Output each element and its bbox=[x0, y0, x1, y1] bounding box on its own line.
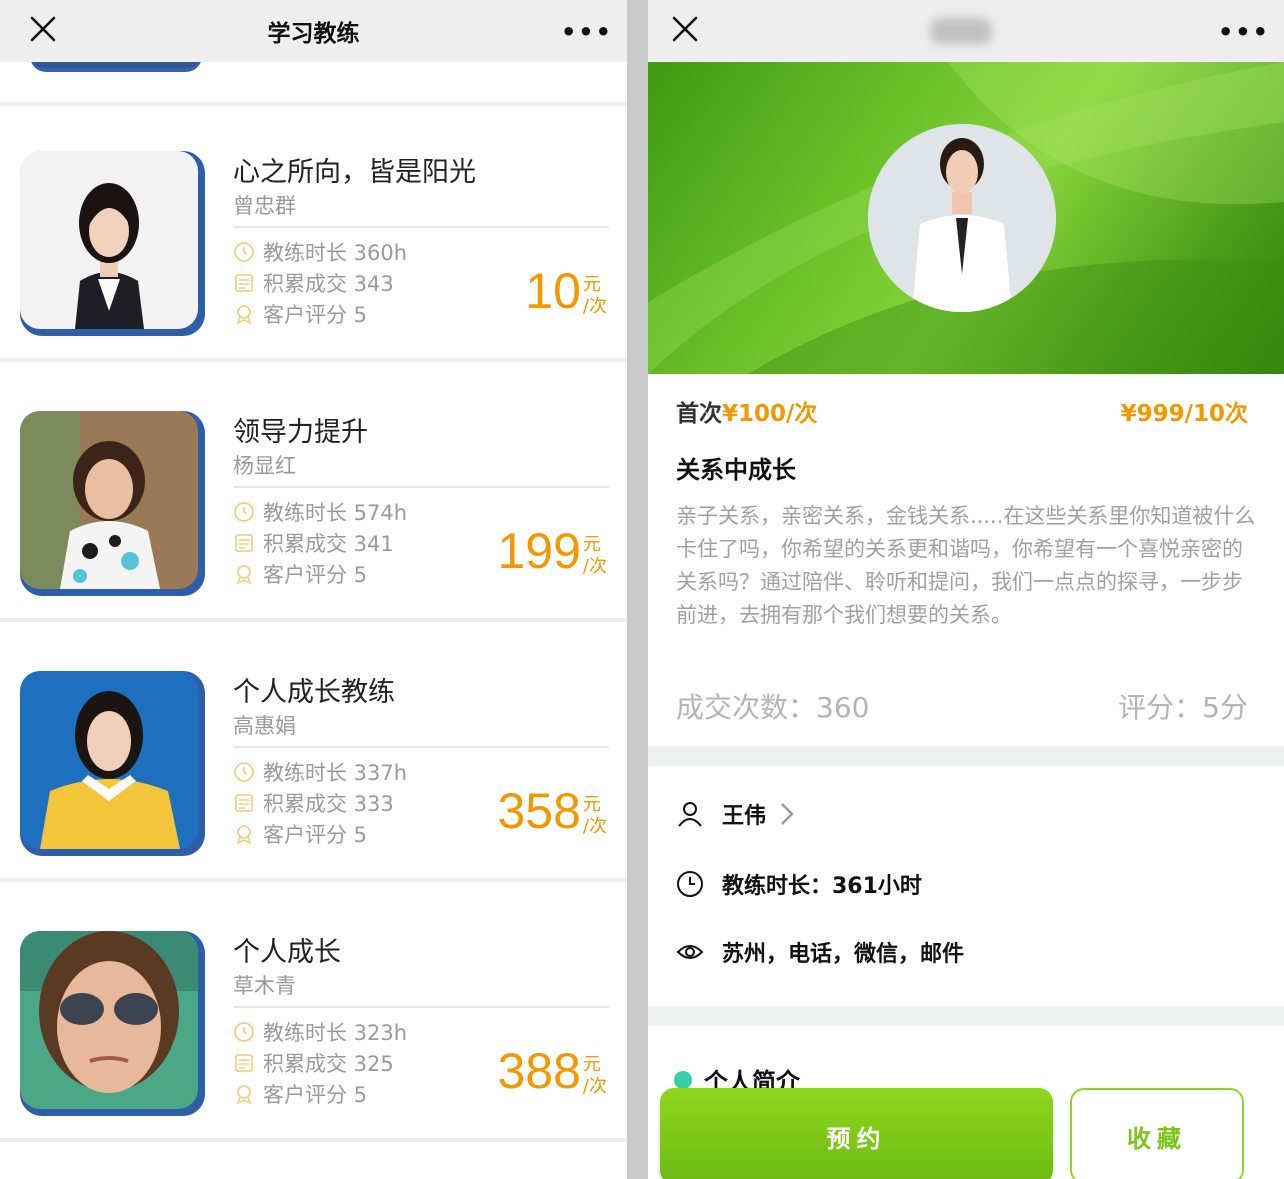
price: 199 元/次 bbox=[497, 523, 607, 579]
avatar bbox=[20, 151, 205, 336]
price-line: 首次¥100/次 ¥999/10次 bbox=[676, 394, 1248, 428]
price-value: 199 bbox=[497, 523, 581, 579]
coach-location: 苏州，电话，微信，邮件 bbox=[676, 936, 964, 968]
page-title: 学习教练 bbox=[267, 21, 360, 47]
hero-banner bbox=[648, 62, 1284, 374]
price-value: 388 bbox=[497, 1043, 581, 1099]
user-icon bbox=[678, 802, 702, 827]
divider bbox=[233, 746, 609, 748]
coach-name: 草木青 bbox=[233, 974, 296, 998]
price-per: /次 bbox=[582, 816, 607, 837]
price-unit: 元 bbox=[582, 274, 601, 295]
price-per: /次 bbox=[582, 556, 607, 577]
stat-rating: 客户评分 5 bbox=[233, 819, 367, 849]
avatar bbox=[20, 671, 205, 856]
medal-icon bbox=[236, 565, 252, 585]
coach-hours: 教练时长：361小时 bbox=[676, 868, 922, 900]
stat-deals: 积累成交 333 bbox=[233, 788, 394, 818]
coach-list-panel: 学习教练 ••• 心之所向，皆是阳光 曾忠群 教练时长 360h 积累成交 34… bbox=[0, 0, 627, 1179]
coach-avatar bbox=[868, 124, 1056, 312]
coach-name: 曾忠群 bbox=[233, 194, 296, 218]
price-per: /次 bbox=[582, 296, 607, 317]
package-price: ¥999/10次 bbox=[1120, 401, 1248, 427]
bullet-icon bbox=[674, 1070, 692, 1089]
price: 388 元/次 bbox=[497, 1043, 607, 1099]
price: 358 元/次 bbox=[497, 783, 607, 839]
document-icon bbox=[235, 1054, 253, 1072]
coach-photo bbox=[20, 931, 198, 1109]
stat-deals: 积累成交 341 bbox=[233, 528, 394, 558]
coach-name: 杨显红 bbox=[233, 454, 296, 478]
coach-card[interactable]: 个人成长 草木青 教练时长 323h 积累成交 325 客户评分 5 388 元… bbox=[0, 886, 627, 1142]
medal-icon bbox=[236, 1085, 252, 1105]
location-icon bbox=[676, 945, 704, 959]
clock-icon bbox=[234, 502, 254, 522]
stat-hours: 教练时长 337h bbox=[233, 757, 407, 787]
clock-icon bbox=[234, 1022, 254, 1042]
medal-icon bbox=[236, 305, 252, 325]
program-title: 关系中成长 bbox=[676, 456, 796, 484]
clock-icon bbox=[234, 242, 254, 262]
medal-icon bbox=[236, 825, 252, 845]
coach-title: 心之所向，皆是阳光 bbox=[233, 157, 476, 188]
divider bbox=[233, 226, 609, 228]
list-item-partial[interactable] bbox=[0, 52, 627, 106]
price-unit: 元 bbox=[582, 794, 601, 815]
first-price: 首次¥100/次 bbox=[676, 401, 818, 427]
coach-photo bbox=[20, 411, 198, 589]
more-icon[interactable]: ••• bbox=[1218, 18, 1270, 46]
program-description: 亲子关系，亲密关系，金钱关系.....在这些关系里你知道被什么卡住了吗，你希望的… bbox=[676, 504, 1256, 627]
price-value: 358 bbox=[497, 783, 581, 839]
deal-count: 成交次数：360 bbox=[676, 691, 870, 724]
stat-deals: 积累成交 343 bbox=[233, 268, 394, 298]
coach-title: 领导力提升 bbox=[233, 417, 368, 448]
divider bbox=[233, 1006, 609, 1008]
stat-rating: 客户评分 5 bbox=[233, 299, 367, 329]
coach-card[interactable]: 心之所向，皆是阳光 曾忠群 教练时长 360h 积累成交 343 客户评分 5 … bbox=[0, 106, 627, 362]
coach-photo bbox=[20, 151, 198, 329]
stat-hours: 教练时长 360h bbox=[233, 237, 407, 267]
document-icon bbox=[235, 534, 253, 552]
more-icon[interactable]: ••• bbox=[561, 18, 613, 46]
coach-profile-link[interactable]: 王伟 bbox=[676, 798, 794, 830]
price-unit: 元 bbox=[582, 1054, 601, 1075]
document-icon bbox=[235, 274, 253, 292]
avatar bbox=[20, 411, 205, 596]
blurred-title bbox=[930, 18, 992, 44]
price-per: /次 bbox=[582, 1076, 607, 1097]
avatar bbox=[20, 931, 205, 1116]
stat-hours: 教练时长 574h bbox=[233, 497, 407, 527]
divider bbox=[648, 746, 1284, 766]
price: 10 元/次 bbox=[525, 263, 607, 319]
favorite-button[interactable]: 收藏 bbox=[1070, 1088, 1244, 1179]
price-value: 10 bbox=[525, 263, 581, 319]
stat-deals: 积累成交 325 bbox=[233, 1048, 394, 1078]
coach-title: 个人成长教练 bbox=[233, 677, 395, 708]
stat-hours: 教练时长 323h bbox=[233, 1017, 407, 1047]
coach-name: 高惠娟 bbox=[233, 714, 296, 738]
document-icon bbox=[235, 794, 253, 812]
divider bbox=[648, 1006, 1284, 1026]
coach-card[interactable]: 领导力提升 杨显红 教练时长 574h 积累成交 341 客户评分 5 199 … bbox=[0, 366, 627, 622]
clock-icon bbox=[677, 871, 703, 897]
price-unit: 元 bbox=[582, 534, 601, 555]
coach-detail-panel: ••• 首次¥100/次 ¥999/10次 关系中成长 亲子关系，亲密关系，金钱… bbox=[648, 0, 1284, 1179]
divider bbox=[233, 486, 609, 488]
coach-title: 个人成长 bbox=[233, 937, 341, 968]
close-icon[interactable] bbox=[672, 16, 698, 42]
rating: 评分：5分 bbox=[1118, 691, 1248, 724]
stat-rating: 客户评分 5 bbox=[233, 1079, 367, 1109]
navigation-bar: ••• bbox=[648, 0, 1284, 62]
clock-icon bbox=[234, 762, 254, 782]
navigation-bar: 学习教练 ••• bbox=[0, 0, 627, 62]
coach-photo bbox=[20, 671, 198, 849]
book-button[interactable]: 预约 bbox=[660, 1088, 1053, 1179]
chevron-right-icon bbox=[781, 803, 794, 825]
stat-rating: 客户评分 5 bbox=[233, 559, 367, 589]
coach-card[interactable]: 个人成长教练 高惠娟 教练时长 337h 积累成交 333 客户评分 5 358… bbox=[0, 626, 627, 882]
